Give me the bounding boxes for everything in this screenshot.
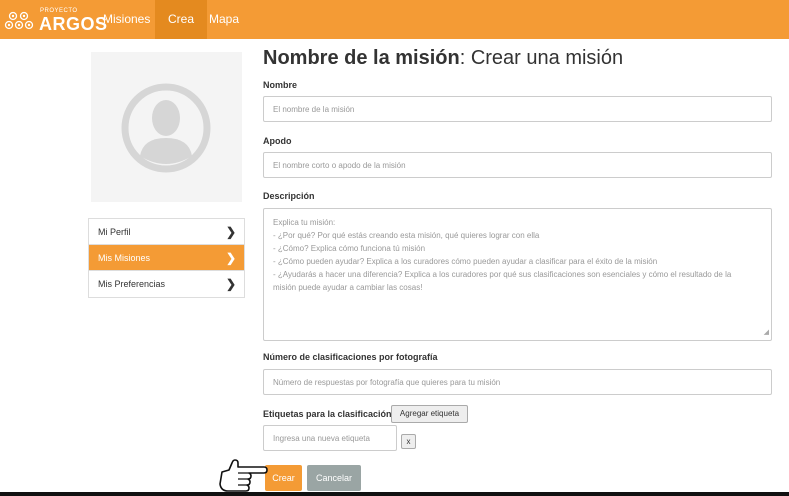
top-navbar: PROYECTO ARGOS Misiones Crea Mapa	[0, 0, 789, 39]
nickname-label: Apodo	[263, 136, 292, 146]
sidebar-item-label: Mis Misiones	[98, 253, 151, 263]
nickname-placeholder: El nombre corto o apodo de la misión	[273, 160, 406, 170]
description-placeholder-line: - ¿Por qué? Por qué estás creando esta m…	[273, 231, 540, 240]
name-label: Nombre	[263, 80, 298, 90]
description-placeholder-line: - ¿Cómo? Explica cómo funciona tú misión	[273, 244, 426, 253]
description-placeholder-line: - ¿Cómo pueden ayudar? Explica a los cur…	[273, 257, 658, 266]
add-tag-button[interactable]: Agregar etiqueta	[391, 405, 468, 423]
sidebar-item-label: Mis Preferencias	[98, 279, 166, 289]
profile-side-menu: Mi Perfil ❯ Mis Misiones ❯ Mis Preferenc…	[88, 218, 245, 298]
classifications-input[interactable]: Número de respuestas por fotografía que …	[263, 369, 772, 395]
argos-logo-icon	[4, 11, 34, 30]
profile-avatar	[91, 52, 242, 202]
nav-misiones[interactable]: Misiones	[90, 0, 163, 39]
classifications-placeholder: Número de respuestas por fotografía que …	[273, 377, 501, 387]
classifications-label: Número de clasificaciones por fotografía	[263, 352, 438, 362]
name-input[interactable]: El nombre de la misión	[263, 96, 772, 122]
name-placeholder: El nombre de la misión	[273, 104, 355, 114]
hand-pointer-icon	[219, 459, 268, 492]
resize-handle-icon[interactable]: ◢	[764, 326, 769, 339]
chevron-right-icon: ❯	[225, 251, 236, 265]
nav-mapa[interactable]: Mapa	[196, 0, 252, 39]
description-label: Descripción	[263, 191, 315, 201]
page-title-rest: : Crear una misión	[459, 47, 624, 69]
create-button[interactable]: Crear	[265, 465, 302, 491]
cancel-button[interactable]: Cancelar	[307, 465, 361, 491]
bottom-border	[0, 492, 789, 496]
sidebar-item-mis-misiones[interactable]: Mis Misiones ❯	[89, 245, 244, 271]
brand-logo[interactable]: PROYECTO ARGOS	[4, 4, 107, 35]
sidebar-item-mis-preferencias[interactable]: Mis Preferencias ❯	[89, 271, 244, 297]
sidebar-item-label: Mi Perfil	[98, 227, 131, 237]
chevron-right-icon: ❯	[225, 277, 236, 291]
description-placeholder-line: Explica tu misión:	[273, 218, 336, 227]
page-title: Nombre de la misión: Crear una misión	[263, 47, 623, 70]
tags-label: Etiquetas para la clasificación	[263, 409, 392, 419]
tag-placeholder: Ingresa una nueva etiqueta	[273, 433, 370, 443]
description-placeholder-line: misión puede ayudar a cambiar las cosas!	[273, 283, 423, 292]
sidebar-item-mi-perfil[interactable]: Mi Perfil ❯	[89, 219, 244, 245]
description-placeholder-line: - ¿Ayudarás a hacer una diferencia? Expl…	[273, 270, 732, 279]
page-title-bold: Nombre de la misión	[263, 47, 460, 69]
user-avatar-icon	[121, 83, 211, 173]
chevron-right-icon: ❯	[225, 225, 236, 239]
description-textarea[interactable]: Explica tu misión: - ¿Por qué? Por qué e…	[263, 208, 772, 341]
tag-input[interactable]: Ingresa una nueva etiqueta	[263, 425, 397, 451]
nickname-input[interactable]: El nombre corto o apodo de la misión	[263, 152, 772, 178]
remove-tag-button[interactable]: x	[401, 434, 416, 449]
